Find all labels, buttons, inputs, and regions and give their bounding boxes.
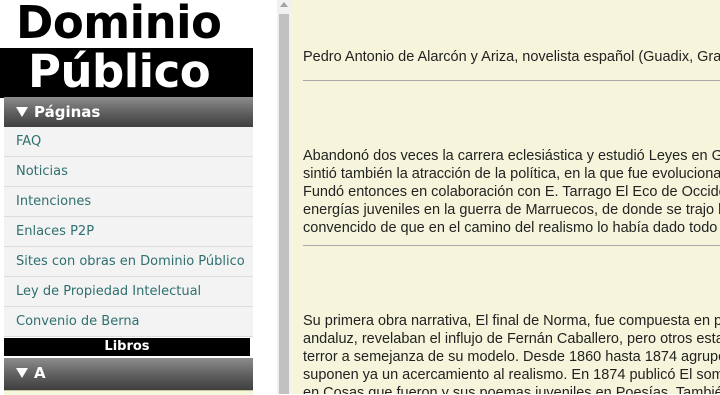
para2-line: Su primera obra narrativa, El final de N… [303,313,720,329]
para1-line: energías juveniles en la guerra de Marru… [303,202,720,218]
sidebar-item-sites[interactable]: Sites con obras en Dominio Público [4,247,253,277]
section-a-content [4,390,253,395]
divider [303,245,720,246]
scrollbar-thumb[interactable] [279,14,289,394]
libros-label: Libros [4,338,250,356]
triangle-down-icon [16,367,28,378]
para1-line: convencido de que en el camino del reali… [303,220,720,236]
para2-line: andaluz, revelaban el influjo de Fernán … [303,331,720,347]
site-logo[interactable]: Dominio Público [0,0,253,98]
section-header-label: A [34,364,46,382]
sidebar-item-faq[interactable]: FAQ [4,127,253,157]
section-header-paginas[interactable]: Páginas [4,97,253,127]
intro-line: Pedro Antonio de Alarcón y Ariza, noveli… [303,49,720,65]
section-header-label: Páginas [34,103,101,121]
scroll-up-arrow-icon[interactable] [280,2,288,7]
sidebar-item-convenio[interactable]: Convenio de Berna [4,307,253,337]
para1-line: Fundó entonces en colaboración con E. Ta… [303,184,720,200]
logo-line-1: Dominio [16,0,222,49]
para1-line: sintió también la atracción de la políti… [303,166,720,182]
para2-line: suponen ya un acercamiento al realismo. … [303,367,720,383]
section-header-a[interactable]: A [4,358,253,390]
sidebar-item-ley[interactable]: Ley de Propiedad Intelectual [4,277,253,307]
para1-line: Abandonó dos veces la carrera eclesiásti… [303,148,720,164]
triangle-down-icon [16,106,28,117]
sidebar-nav: FAQ Noticias Intenciones Enlaces P2P Sit… [4,127,253,337]
main-content: Pedro Antonio de Alarcón y Ariza, noveli… [291,0,720,394]
divider [303,80,720,81]
para2-line: terror a semejanza de su modelo. Desde 1… [303,349,720,365]
sidebar: Dominio Público Páginas FAQ Noticias Int… [0,0,260,395]
sidebar-item-intenciones[interactable]: Intenciones [4,187,253,217]
sidebar-item-enlaces-p2p[interactable]: Enlaces P2P [4,217,253,247]
para2-line: en Cosas que fueron y sus poemas juvenil… [303,385,720,394]
sidebar-item-noticias[interactable]: Noticias [4,157,253,187]
logo-line-2: Público [28,45,211,98]
